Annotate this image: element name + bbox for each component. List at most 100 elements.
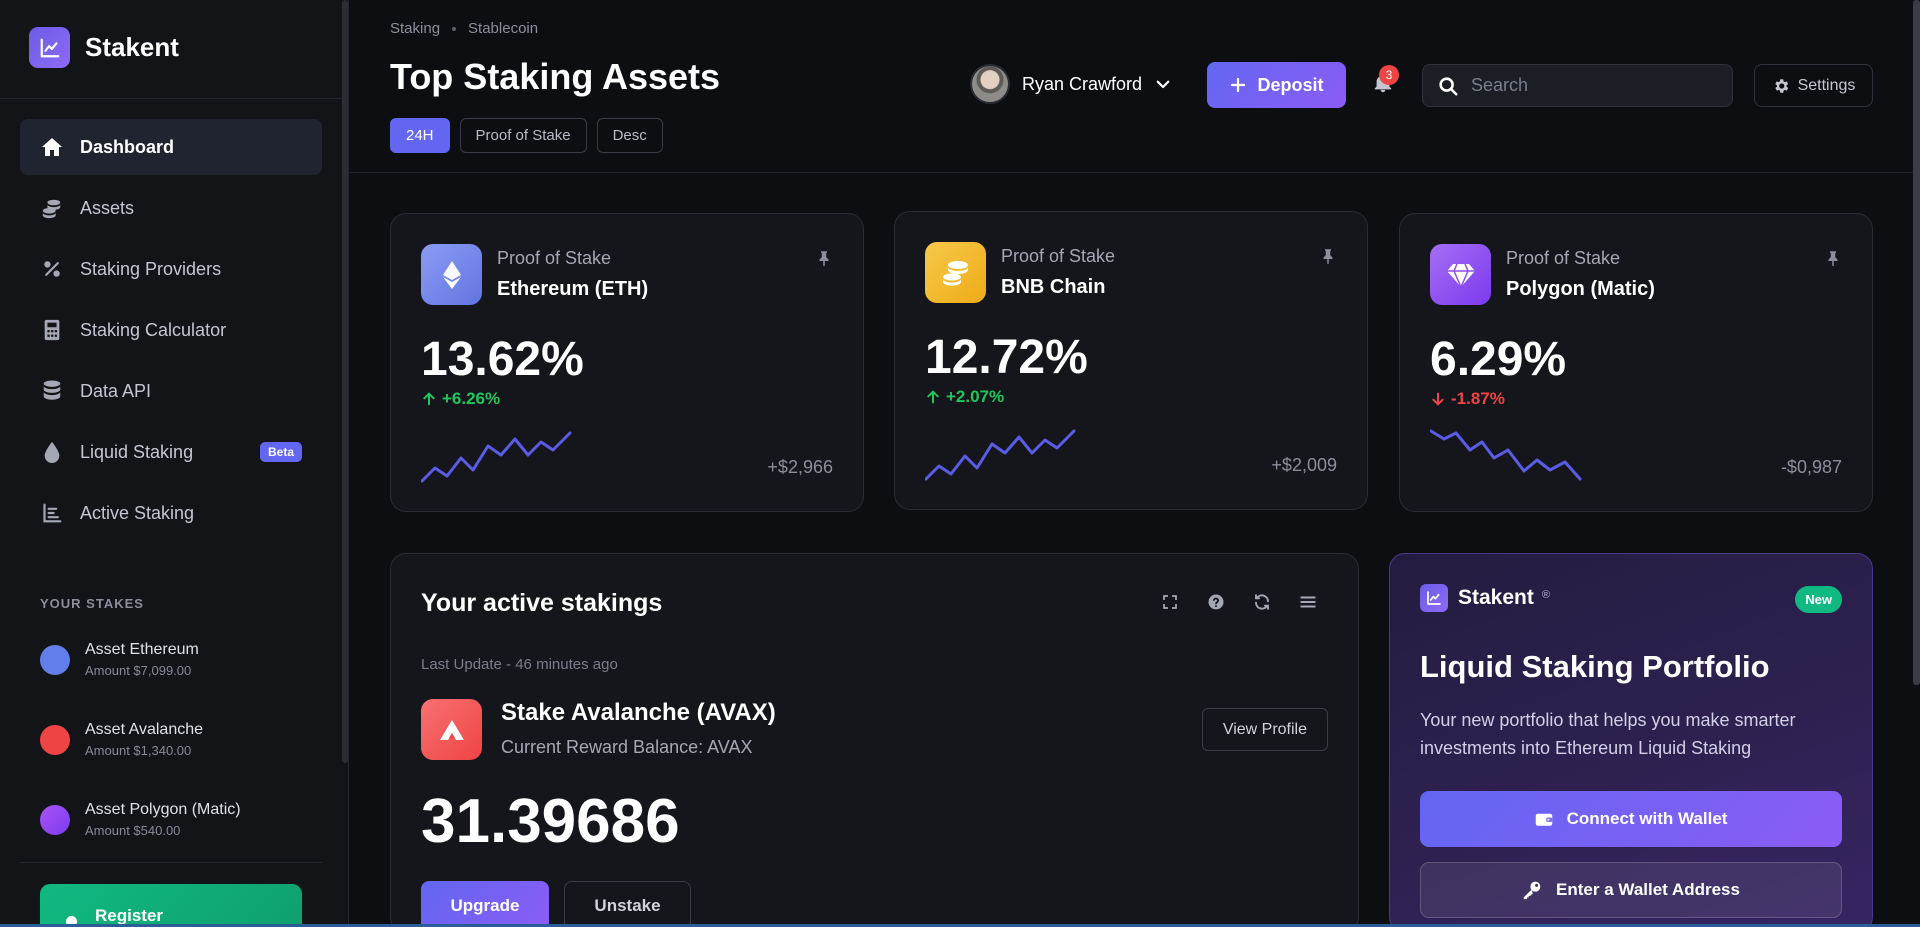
breadcrumb-item[interactable]: Staking [390,20,440,37]
card-category: Proof of Stake [1506,248,1621,268]
card-change-value: +2.07% [946,387,1005,406]
app-name: Stakent [85,32,179,62]
sidebar-item-label: Dashboard [80,136,175,157]
enter-wallet-address-label: Enter a Wallet Address [1556,880,1740,899]
unstake-button[interactable]: Unstake [564,881,691,927]
sidebar-item-liquid-staking[interactable]: Liquid Staking Beta [20,424,322,480]
key-icon [1522,880,1542,900]
help-icon[interactable] [1206,592,1226,612]
stake-title: Stake Avalanche (AVAX) [501,699,776,726]
calculator-icon [40,318,64,342]
card-percentage: 13.62% [421,333,584,386]
card-category: Proof of Stake [1001,246,1116,266]
stake-item-ethereum[interactable]: Asset Ethereum Amount $7,099.00 [40,641,199,678]
user-name: Ryan Crawford [1022,73,1143,94]
asset-dot [40,724,70,755]
panel-toolbar [1134,592,1318,612]
sidebar-item-staking-calculator[interactable]: Staking Calculator [20,302,322,358]
card-change: -1.87% [1430,389,1505,409]
panel-title: Your active stakings [421,589,663,617]
register-label: Register [95,906,164,925]
arrow-down-icon [1430,391,1446,407]
menu-icon[interactable] [1298,592,1318,612]
stake-item-avalanche[interactable]: Asset Avalanche Amount $1,340.00 [40,721,203,758]
sidebar-item-label: Data API [80,380,152,401]
filter-proof-of-stake[interactable]: Proof of Stake [459,118,587,153]
sidebar-divider [0,98,342,99]
avatar [970,64,1010,104]
arrow-up-icon [925,389,941,405]
asset-card-bnb[interactable]: Proof of Stake BNB Chain 12.72% +2.07% +… [894,211,1368,510]
sidebar-divider [20,862,322,863]
registered-mark: ® [1541,589,1550,601]
enter-wallet-address-button[interactable]: Enter a Wallet Address [1420,862,1842,918]
asset-card-ethereum[interactable]: Proof of Stake Ethereum (ETH) 13.62% +6.… [390,213,864,512]
beta-badge: Beta [259,442,302,462]
expand-icon[interactable] [1160,592,1180,612]
connect-wallet-button[interactable]: Connect with Wallet [1420,791,1842,847]
promo-brand-name: Stakent [1458,586,1534,609]
card-change: +6.26% [421,389,500,409]
database-icon [40,379,64,403]
search-bar[interactable] [1422,64,1733,107]
sidebar-item-active-staking[interactable]: Active Staking [20,485,322,541]
promo-description: Your new portfolio that helps you make s… [1420,710,1796,758]
sidebar-nav: Dashboard Assets Staking Providers Staki… [20,119,322,546]
deposit-button[interactable]: Deposit [1207,62,1346,108]
new-badge: New [1795,586,1842,613]
stake-name: Asset Avalanche [85,721,204,738]
filter-desc[interactable]: Desc [596,118,663,153]
reward-balance: 31.39686 [421,787,680,856]
upgrade-button[interactable]: Upgrade [421,881,549,927]
card-change: +2.07% [925,387,1004,407]
liquid-staking-promo: Stakent ® New Liquid Staking Portfolio Y… [1389,553,1873,927]
sparkline-chart [421,431,572,483]
chart-line-icon [29,27,70,68]
sidebar-item-staking-providers[interactable]: Staking Providers [20,241,322,297]
bnb-coins-icon [925,242,986,303]
search-icon [1437,75,1459,97]
breadcrumb: Staking Stablecoin [390,20,538,37]
register-button[interactable]: Register [40,884,302,927]
filter-24h[interactable]: 24H [390,118,450,153]
sidebar-scrollbar[interactable] [342,0,348,763]
card-percentage: 12.72% [925,331,1088,384]
notification-badge: 3 [1379,65,1399,85]
sidebar-item-label: Staking Providers [80,258,222,279]
last-update: Last Update - 46 minutes ago [421,656,618,673]
filter-chips: 24H Proof of Stake Desc [390,118,673,153]
sidebar-item-label: Staking Calculator [80,319,227,340]
view-profile-button[interactable]: View Profile [1201,708,1328,751]
stake-name: Asset Ethereum [85,641,199,658]
sidebar-item-label: Assets [80,197,135,218]
your-stakes-heading: YOUR STAKES [40,596,144,611]
pin-icon[interactable] [815,248,833,273]
pin-icon[interactable] [1319,246,1337,271]
settings-button[interactable]: Settings [1754,64,1873,107]
droplet-icon [40,440,64,464]
card-change-value: +6.26% [442,389,501,408]
refresh-icon[interactable] [1252,592,1272,612]
home-icon [40,135,64,159]
sidebar-item-data-api[interactable]: Data API [20,363,322,419]
deposit-label: Deposit [1257,74,1324,95]
page-scrollbar[interactable] [1913,0,1920,685]
settings-label: Settings [1797,76,1856,94]
stake-amount: Amount $540.00 [85,823,181,838]
stake-amount: Amount $1,340.00 [85,743,192,758]
asset-dot [40,644,70,675]
active-stakings-panel: Your active stakings Last Update - 46 mi… [390,553,1359,927]
breadcrumb-item[interactable]: Stablecoin [468,20,538,37]
sidebar-item-dashboard[interactable]: Dashboard [20,119,322,175]
app-logo[interactable]: Stakent [29,27,179,68]
search-input[interactable] [1471,75,1721,96]
pin-icon[interactable] [1824,248,1842,273]
breadcrumb-separator [452,26,457,31]
stake-item-polygon[interactable]: Asset Polygon (Matic) Amount $540.00 [40,801,241,838]
chevron-down-icon [1154,75,1172,93]
user-menu[interactable]: Ryan Crawford [970,64,1172,104]
asset-card-polygon[interactable]: Proof of Stake Polygon (Matic) 6.29% -1.… [1399,213,1873,512]
sidebar-item-assets[interactable]: Assets [20,180,322,236]
stake-amount: Amount $7,099.00 [85,663,192,678]
sparkline-chart [925,429,1076,481]
